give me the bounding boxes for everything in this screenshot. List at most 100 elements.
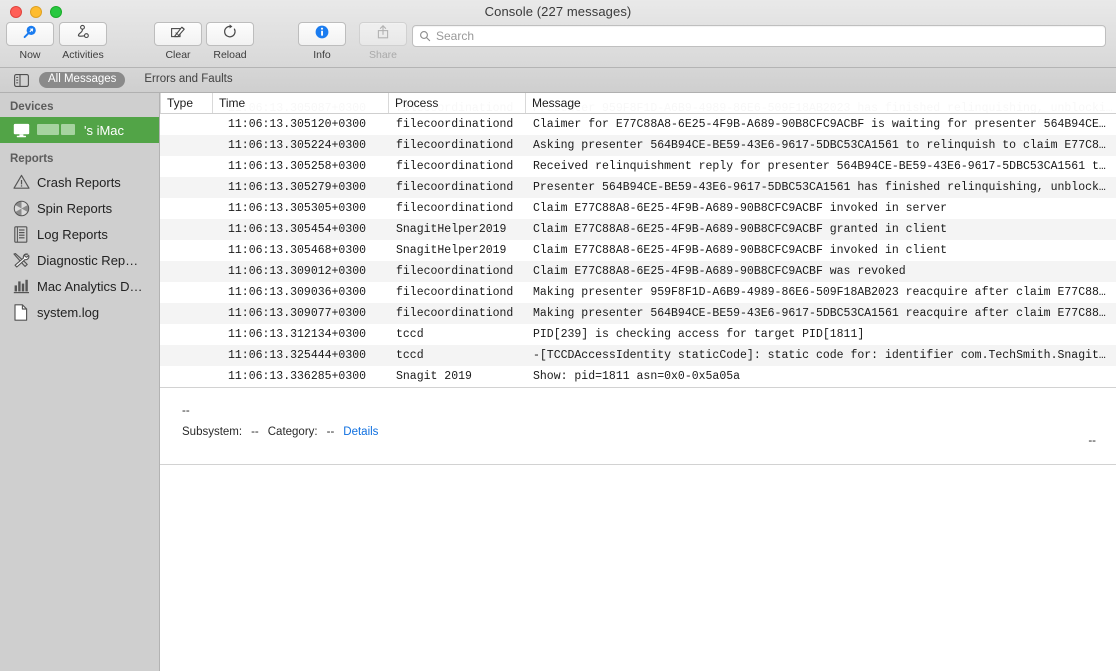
table-row[interactable]: 11:06:13.336285+0300Snagit 2019Show: pid… xyxy=(160,366,1116,387)
table-row[interactable]: 11:06:13.305454+0300SnagitHelper2019Clai… xyxy=(160,219,1116,240)
detail-details-link[interactable]: Details xyxy=(343,426,378,438)
cell-time: 11:06:13.305468+0300 xyxy=(212,244,388,257)
table-header: 11:06:13.305087+0300 filecoordinationd P… xyxy=(160,93,1116,114)
table-row[interactable]: 11:06:13.309012+0300filecoordinationdCla… xyxy=(160,261,1116,282)
search-box[interactable] xyxy=(412,25,1106,47)
cell-message: -[TCCDAccessIdentity staticCode]: static… xyxy=(525,349,1116,362)
tab-all-messages[interactable]: All Messages xyxy=(39,72,125,89)
sidebar-item-crash-reports-label: Crash Reports xyxy=(37,175,121,190)
toolbar-label-now: Now xyxy=(19,49,40,61)
clear-button-surface[interactable] xyxy=(154,22,202,46)
cell-message: Claim E77C88A8-6E25-4F9B-A689-90B8CFC9AC… xyxy=(525,223,1116,236)
cell-message: Claim E77C88A8-6E25-4F9B-A689-90B8CFC9AC… xyxy=(525,244,1116,257)
table-row[interactable]: 11:06:13.305305+0300filecoordinationdCla… xyxy=(160,198,1116,219)
sidebar-toggle-icon[interactable] xyxy=(14,74,29,87)
cell-message: PID[239] is checking access for target P… xyxy=(525,328,1116,341)
sidebar-section-devices-header: Devices xyxy=(0,97,159,117)
log-table-body[interactable]: 11:06:13.305120+0300filecoordinationdCla… xyxy=(160,114,1116,387)
file-icon xyxy=(12,303,30,321)
table-row[interactable]: 11:06:13.305224+0300filecoordinationdAsk… xyxy=(160,135,1116,156)
device-name-redaction xyxy=(37,123,77,138)
toolbar-label-share: Share xyxy=(369,49,397,61)
clear-icon xyxy=(170,24,186,45)
sidebar-item-imac[interactable]: 's iMac xyxy=(0,117,159,143)
sidebar-item-log-reports-label: Log Reports xyxy=(37,227,108,242)
toolbar-button-share[interactable]: Share xyxy=(357,22,409,61)
cell-time: 11:06:13.325444+0300 xyxy=(212,349,388,362)
cell-time: 11:06:13.305279+0300 xyxy=(212,181,388,194)
toolbar-label-activities: Activities xyxy=(62,49,103,61)
cell-message: Making presenter 564B94CE-BE59-43E6-9617… xyxy=(525,307,1116,320)
table-row[interactable]: 11:06:13.305120+0300filecoordinationdCla… xyxy=(160,114,1116,135)
table-row[interactable]: 11:06:13.305258+0300filecoordinationdRec… xyxy=(160,156,1116,177)
column-header-message[interactable]: Message xyxy=(525,93,1116,114)
log-document-icon xyxy=(12,225,30,243)
cell-process: tccd xyxy=(388,349,525,362)
cell-process: filecoordinationd xyxy=(388,202,525,215)
cell-process: SnagitHelper2019 xyxy=(388,223,525,236)
sidebar-item-mac-analytics-data[interactable]: Mac Analytics D… xyxy=(0,273,159,299)
toolbar-label-reload: Reload xyxy=(213,49,246,61)
search-input[interactable] xyxy=(436,29,1099,43)
column-header-process[interactable]: Process xyxy=(388,93,525,114)
title-bar: Console (227 messages) Now xyxy=(0,0,1116,68)
detail-message: -- xyxy=(182,402,1096,420)
toolbar-button-now[interactable]: Now xyxy=(4,22,56,61)
filter-bar: All Messages Errors and Faults xyxy=(0,68,1116,93)
now-magnifier-icon xyxy=(22,24,38,45)
activities-button-surface[interactable] xyxy=(59,22,107,46)
cell-message: Making presenter 959F8F1D-A6B9-4989-86E6… xyxy=(525,286,1116,299)
cell-time: 11:06:13.309036+0300 xyxy=(212,286,388,299)
detail-subsystem-value: -- xyxy=(251,426,259,438)
empty-area xyxy=(160,465,1116,671)
cell-process: SnagitHelper2019 xyxy=(388,244,525,257)
cell-time: 11:06:13.305224+0300 xyxy=(212,139,388,152)
sidebar-item-crash-reports[interactable]: Crash Reports xyxy=(0,169,159,195)
table-row[interactable]: 11:06:13.305279+0300filecoordinationdPre… xyxy=(160,177,1116,198)
column-header-time[interactable]: Time xyxy=(212,93,388,114)
cell-process: Snagit 2019 xyxy=(388,370,525,383)
cell-process: tccd xyxy=(388,328,525,341)
column-header-type[interactable]: Type xyxy=(160,93,212,114)
warning-triangle-icon xyxy=(12,173,30,191)
info-button-surface[interactable] xyxy=(298,22,346,46)
table-row[interactable]: 11:06:13.309077+0300filecoordinationdMak… xyxy=(160,303,1116,324)
toolbar-label-clear: Clear xyxy=(165,49,190,61)
detail-pane: -- Subsystem: -- Category: -- Details -- xyxy=(160,387,1116,465)
detail-category-label: Category: xyxy=(268,426,318,438)
table-row[interactable]: 11:06:13.305468+0300SnagitHelper2019Clai… xyxy=(160,240,1116,261)
search-icon xyxy=(419,30,431,42)
tab-errors-and-faults[interactable]: Errors and Faults xyxy=(135,72,241,89)
cell-process: filecoordinationd xyxy=(388,118,525,131)
toolbar-button-activities[interactable]: Activities xyxy=(57,22,109,61)
activities-icon xyxy=(75,24,91,45)
reload-icon xyxy=(222,24,238,45)
cell-message: Claimer for E77C88A8-6E25-4F9B-A689-90B8… xyxy=(525,118,1116,131)
cell-time: 11:06:13.309012+0300 xyxy=(212,265,388,278)
sidebar-item-system-log-label: system.log xyxy=(37,305,99,320)
search-field-container[interactable] xyxy=(412,25,1106,47)
sidebar-item-log-reports[interactable]: Log Reports xyxy=(0,221,159,247)
toolbar-button-clear[interactable]: Clear xyxy=(152,22,204,61)
toolbar-button-reload[interactable]: Reload xyxy=(204,22,256,61)
cell-time: 11:06:13.309077+0300 xyxy=(212,307,388,320)
table-row[interactable]: 11:06:13.325444+0300tccd-[TCCDAccessIden… xyxy=(160,345,1116,366)
sidebar-item-diagnostic-reports[interactable]: Diagnostic Rep… xyxy=(0,247,159,273)
sidebar-item-spin-reports[interactable]: Spin Reports xyxy=(0,195,159,221)
sidebar-item-spin-reports-label: Spin Reports xyxy=(37,201,112,216)
cell-message: Show: pid=1811 asn=0x0-0x5a05a xyxy=(525,370,1116,383)
table-row[interactable]: 11:06:13.309036+0300filecoordinationdMak… xyxy=(160,282,1116,303)
cell-process: filecoordinationd xyxy=(388,265,525,278)
toolbar-button-info[interactable]: Info xyxy=(296,22,348,61)
cell-time: 11:06:13.336285+0300 xyxy=(212,370,388,383)
table-row[interactable]: 11:06:13.312134+0300tccdPID[239] is chec… xyxy=(160,324,1116,345)
now-button-surface[interactable] xyxy=(6,22,54,46)
cell-process: filecoordinationd xyxy=(388,307,525,320)
info-icon xyxy=(314,24,330,45)
sidebar-item-imac-label: 's iMac xyxy=(84,123,124,138)
sidebar-item-system-log[interactable]: system.log xyxy=(0,299,159,325)
cell-time: 11:06:13.305120+0300 xyxy=(212,118,388,131)
reload-button-surface[interactable] xyxy=(206,22,254,46)
share-button-surface[interactable] xyxy=(359,22,407,46)
cell-process: filecoordinationd xyxy=(388,160,525,173)
